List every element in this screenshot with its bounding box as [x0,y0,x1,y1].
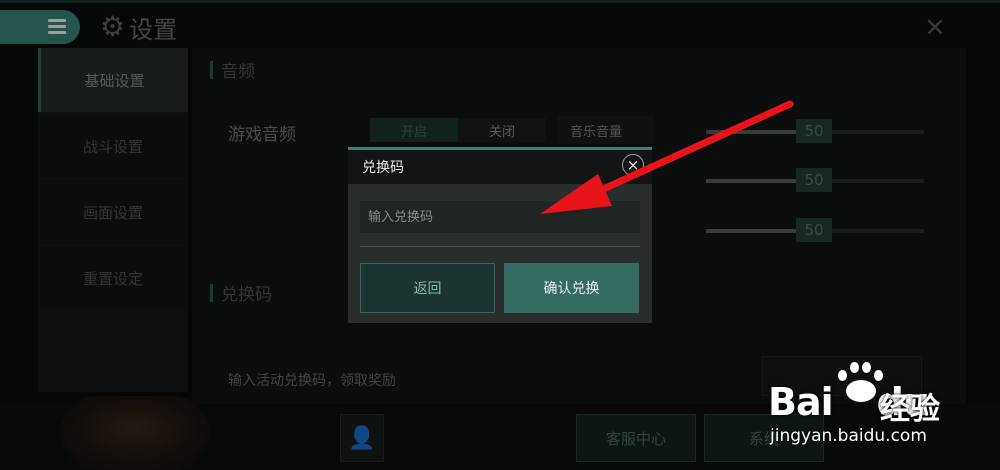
back-button[interactable]: 返回 [360,263,495,313]
dialog-divider [360,246,640,247]
confirm-redeem-button[interactable]: 确认兑换 [504,263,639,313]
dialog-header: 兑换码 [348,150,652,184]
redeem-code-input[interactable] [360,201,640,233]
watermark-jingyan: 经验 [880,392,940,427]
watermark-brand-bai: Bai [768,380,834,424]
dialog-title: 兑换码 [362,160,404,176]
redeem-dialog: 兑换码 × 返回 确认兑换 [348,147,652,323]
watermark-url: jingyan.baidu.com [770,426,927,446]
close-icon[interactable]: × [622,154,644,176]
baidu-watermark: Bai du 经验 jingyan.baidu.com [760,358,996,470]
